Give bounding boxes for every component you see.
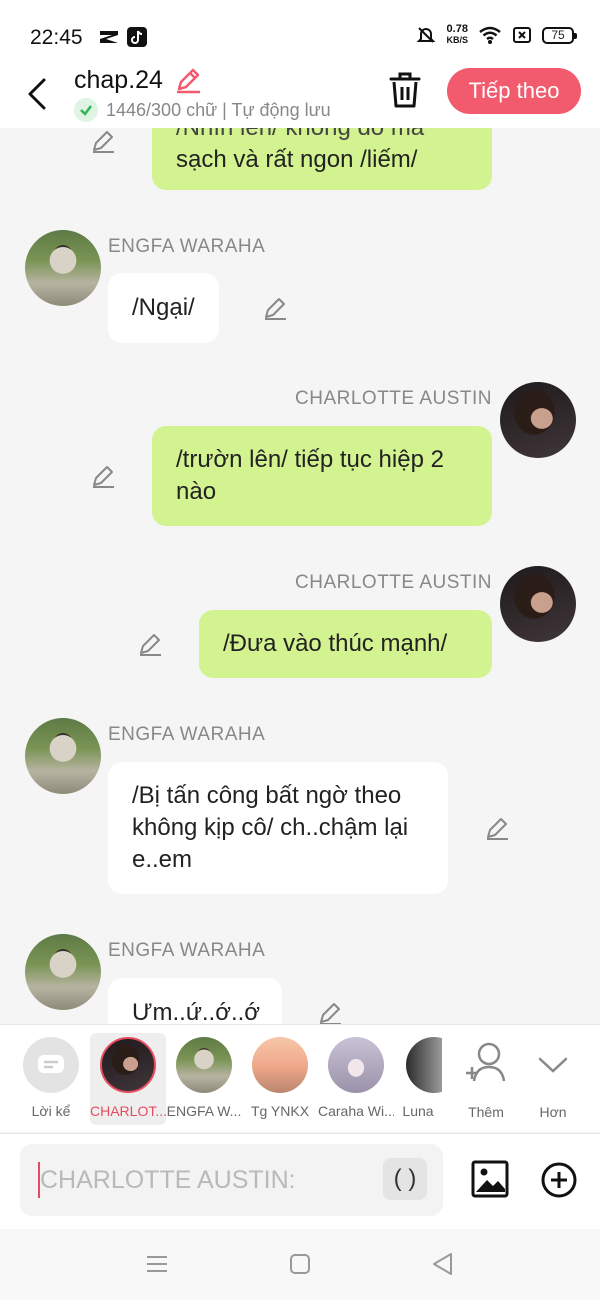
avatar-tg bbox=[252, 1037, 308, 1093]
speaker-name: ENGFA WARAHA bbox=[108, 724, 266, 745]
mute-bell-icon bbox=[417, 27, 436, 43]
input-bar: ( ) bbox=[0, 1133, 600, 1229]
character-engfa[interactable]: ENGFA W... bbox=[166, 1033, 242, 1119]
avatar-engfa[interactable] bbox=[25, 718, 101, 794]
avatar-charlotte[interactable] bbox=[500, 382, 576, 458]
chevron-down-icon bbox=[538, 1057, 568, 1073]
message-bubble[interactable]: /trườn lên/ tiếp tục hiệp 2 nào bbox=[152, 426, 492, 526]
chapter-title: chap.24 bbox=[74, 66, 163, 94]
message-input[interactable] bbox=[38, 1162, 378, 1198]
character-label: ENGFA W... bbox=[166, 1103, 242, 1119]
edit-message-icon[interactable] bbox=[484, 815, 510, 841]
edit-message-icon[interactable] bbox=[262, 295, 288, 321]
check-icon bbox=[74, 98, 98, 122]
network-speed: 0.78 KB/S bbox=[446, 23, 468, 46]
editor-header: chap.24 1446/300 chữ | Tự động lưu Tiếp … bbox=[0, 64, 600, 128]
message-bubble[interactable]: Ưm..ứ..ớ..ớ bbox=[108, 978, 282, 1024]
character-selector: Lời kể CHARLOT... ENGFA W... Tg YNKX Car… bbox=[0, 1024, 600, 1132]
more-characters-button[interactable]: Hơn bbox=[515, 1033, 591, 1120]
word-count-text: 1446/300 chữ | Tự động lưu bbox=[106, 99, 331, 120]
word-count-status: 1446/300 chữ | Tự động lưu bbox=[74, 98, 331, 122]
message-text: Ưm..ứ..ớ..ớ bbox=[132, 999, 261, 1024]
add-character-button[interactable]: Thêm bbox=[448, 1033, 524, 1120]
character-charlotte[interactable]: CHARLOT... bbox=[90, 1033, 166, 1125]
edit-message-icon[interactable] bbox=[90, 463, 116, 489]
character-label: Thêm bbox=[468, 1104, 504, 1120]
character-label: Tg YNKX bbox=[250, 1103, 310, 1119]
add-person-icon bbox=[466, 1042, 506, 1082]
wifi-icon bbox=[479, 26, 501, 44]
message-bubble[interactable]: /Nhìn lên/ không do mà sạch và rất ngon … bbox=[152, 128, 492, 190]
avatar-charlotte bbox=[100, 1037, 156, 1093]
message-bubble[interactable]: /Bị tấn công bất ngờ theo không kịp cô/ … bbox=[108, 762, 448, 894]
speaker-name: ENGFA WARAHA bbox=[108, 236, 266, 257]
speaker-name: CHARLOTTE AUSTIN bbox=[295, 388, 492, 409]
message-bubble[interactable]: /Đưa vào thúc mạnh/ bbox=[199, 610, 492, 678]
character-label: Hơn bbox=[539, 1104, 567, 1120]
character-tg[interactable]: Tg YNKX bbox=[242, 1033, 318, 1119]
message-text: /Bị tấn công bất ngờ theo không kịp cô/ … bbox=[132, 782, 409, 873]
image-icon[interactable] bbox=[470, 1159, 510, 1199]
battery-icon: 75 bbox=[542, 26, 577, 44]
message-text: /Ngại/ bbox=[132, 294, 195, 321]
avatar-charlotte[interactable] bbox=[500, 566, 576, 642]
message-input-wrapper: ( ) bbox=[20, 1144, 443, 1216]
back-nav-icon[interactable] bbox=[430, 1251, 456, 1277]
add-icon[interactable] bbox=[540, 1161, 578, 1199]
message-text: /trườn lên/ tiếp tục hiệp 2 nào bbox=[176, 446, 444, 505]
next-button[interactable]: Tiếp theo bbox=[447, 68, 581, 114]
back-button[interactable] bbox=[22, 72, 54, 112]
character-caraha[interactable]: Caraha Wi... bbox=[318, 1033, 394, 1119]
edit-message-icon[interactable] bbox=[137, 631, 163, 657]
character-narrator[interactable]: Lời kể bbox=[13, 1033, 89, 1119]
avatar-luna bbox=[406, 1037, 442, 1093]
narrator-icon bbox=[23, 1037, 79, 1093]
message-text: /Đưa vào thúc mạnh/ bbox=[223, 630, 448, 657]
menu-icon[interactable] bbox=[144, 1251, 170, 1277]
action-parentheses-button[interactable]: ( ) bbox=[383, 1158, 427, 1200]
screen-icon bbox=[513, 27, 531, 43]
chat-area[interactable]: /Nhìn lên/ không do mà sạch và rất ngon … bbox=[0, 128, 600, 1024]
edit-message-icon[interactable] bbox=[317, 1000, 343, 1024]
edit-message-icon[interactable] bbox=[90, 128, 116, 154]
speaker-name: CHARLOTTE AUSTIN bbox=[295, 572, 492, 593]
system-nav-bar bbox=[0, 1229, 600, 1300]
status-time: 22:45 bbox=[30, 26, 83, 49]
avatar-caraha bbox=[328, 1037, 384, 1093]
status-bar: 22:45 0.78 KB/S 75 bbox=[0, 0, 600, 64]
character-luna[interactable]: Luna bbox=[394, 1033, 442, 1119]
home-icon[interactable] bbox=[287, 1251, 313, 1277]
character-label: Lời kể bbox=[31, 1103, 71, 1119]
message-text-partial: /Nhìn lên/ không do mà bbox=[176, 128, 424, 144]
trash-button[interactable] bbox=[386, 70, 424, 110]
character-label: Caraha Wi... bbox=[318, 1103, 394, 1119]
character-label: Luna bbox=[402, 1103, 434, 1119]
edit-title-icon[interactable] bbox=[174, 66, 202, 94]
character-label: CHARLOT... bbox=[90, 1103, 166, 1119]
avatar-engfa[interactable] bbox=[25, 230, 101, 306]
avatar-engfa bbox=[176, 1037, 232, 1093]
message-text: sạch và rất ngon /liếm/ bbox=[176, 146, 418, 173]
message-bubble[interactable]: /Ngại/ bbox=[108, 273, 219, 343]
tiktok-icon bbox=[127, 27, 147, 47]
capcut-icon bbox=[100, 31, 118, 43]
speaker-name: ENGFA WARAHA bbox=[108, 940, 266, 961]
avatar-engfa[interactable] bbox=[25, 934, 101, 1010]
